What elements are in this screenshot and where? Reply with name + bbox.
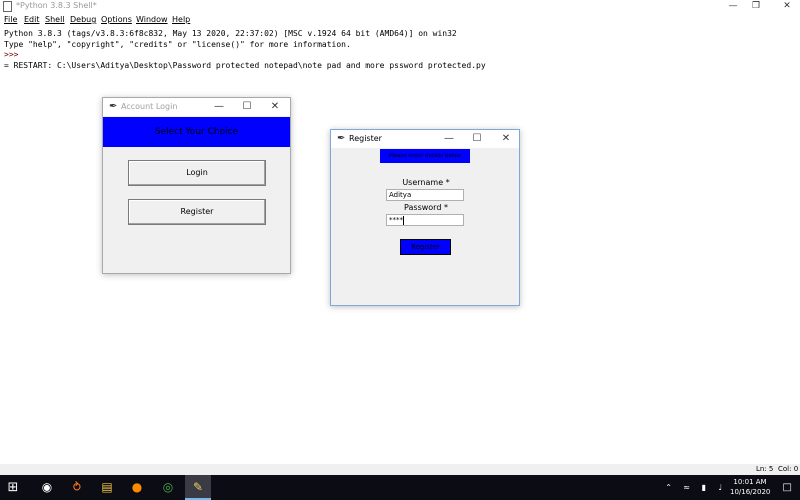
close-icon[interactable]: ✕ <box>776 0 798 14</box>
minimize-icon[interactable]: — <box>441 131 457 147</box>
register-window: ✒ Register — ☐ ✕ Please enter details be… <box>330 129 520 306</box>
menu-shell[interactable]: Shell <box>45 15 65 24</box>
battery-icon[interactable]: ▮ <box>702 475 706 500</box>
status-col: Col: 0 <box>778 465 799 473</box>
login-titlebar[interactable]: ✒ Account Login — ☐ ✕ <box>103 98 290 116</box>
chrome-icon[interactable]: ◎ <box>155 475 181 500</box>
shell-titlebar[interactable]: *Python 3.8.3 Shell* — ❐ ✕ <box>0 0 800 14</box>
menu-file[interactable]: File <box>4 15 17 24</box>
maximize-icon[interactable]: ☐ <box>469 131 485 147</box>
menu-window[interactable]: Window <box>136 15 168 24</box>
details-banner: Please enter details below <box>380 149 470 163</box>
tk-feather-icon: ✒ <box>109 101 118 112</box>
chevron-up-icon[interactable]: ⌃ <box>665 475 672 500</box>
notification-icon[interactable]: □ <box>783 475 792 500</box>
menu-debug[interactable]: Debug <box>70 15 96 24</box>
menu-help[interactable]: Help <box>172 15 190 24</box>
file-explorer-icon[interactable]: ▤ <box>94 475 120 500</box>
shell-line-help: Type "help", "copyright", "credits" or "… <box>4 39 351 49</box>
text-cursor <box>403 215 404 225</box>
password-value: **** <box>389 216 403 224</box>
volume-icon[interactable]: ♩ <box>718 475 722 500</box>
close-icon[interactable]: ✕ <box>498 131 514 147</box>
maximize-icon[interactable]: ❐ <box>745 0 767 14</box>
close-icon[interactable]: ✕ <box>267 99 283 115</box>
register-titlebar[interactable]: ✒ Register — ☐ ✕ <box>331 130 519 148</box>
minimize-icon[interactable]: — <box>722 0 744 14</box>
tk-feather-icon: ✒ <box>337 133 346 144</box>
firefox-icon[interactable]: ● <box>124 475 150 500</box>
maximize-icon[interactable]: ☐ <box>239 99 255 115</box>
register-button[interactable]: Register <box>128 199 266 225</box>
login-window-title: Account Login <box>121 102 178 111</box>
idle-app-icon <box>3 1 12 12</box>
shell-output[interactable]: Python 3.8.3 (tags/v3.8.3:6f8c832, May 1… <box>4 29 486 71</box>
register-window-title: Register <box>349 134 382 143</box>
choice-banner: Select Your Choice <box>103 117 290 147</box>
taskbar: ⊞ ◉ ⥁ ▤ ● ◎ ✎ ⌃ ≈ ▮ ♩ 10:01 AM 10/16/202… <box>0 475 800 500</box>
register-submit-button[interactable]: Register <box>400 239 451 255</box>
account-login-window: ✒ Account Login — ☐ ✕ Select Your Choice… <box>102 97 291 274</box>
shell-line-version: Python 3.8.3 (tags/v3.8.3:6f8c832, May 1… <box>4 29 457 38</box>
clock-time[interactable]: 10:01 AM <box>730 478 770 486</box>
wifi-icon[interactable]: ≈ <box>683 475 690 500</box>
username-label: Username * <box>402 178 450 187</box>
login-button[interactable]: Login <box>128 160 266 186</box>
idle-python-icon[interactable]: ✎ <box>185 475 211 500</box>
minimize-icon[interactable]: — <box>211 99 227 115</box>
password-label: Password * <box>404 203 448 212</box>
menu-edit[interactable]: Edit <box>24 15 40 24</box>
shell-line-restart: = RESTART: C:\Users\Aditya\Desktop\Passw… <box>4 60 486 70</box>
shell-statusbar: Ln: 5 Col: 0 <box>0 464 800 475</box>
start-windows-icon[interactable]: ⊞ <box>0 475 26 500</box>
search-icon[interactable]: ◉ <box>34 475 60 500</box>
status-line: Ln: 5 <box>756 465 774 473</box>
username-field[interactable]: Aditya <box>386 189 464 201</box>
password-field[interactable]: **** <box>386 214 464 226</box>
shell-line-prompt: >>> <box>4 50 24 59</box>
shell-menubar: File Edit Shell Debug Options Window Hel… <box>0 14 800 27</box>
menu-options[interactable]: Options <box>101 15 132 24</box>
snipping-tool-icon[interactable]: ⥁ <box>64 475 90 500</box>
clock-date[interactable]: 10/16/2020 <box>730 488 770 496</box>
shell-title: *Python 3.8.3 Shell* <box>16 1 97 10</box>
